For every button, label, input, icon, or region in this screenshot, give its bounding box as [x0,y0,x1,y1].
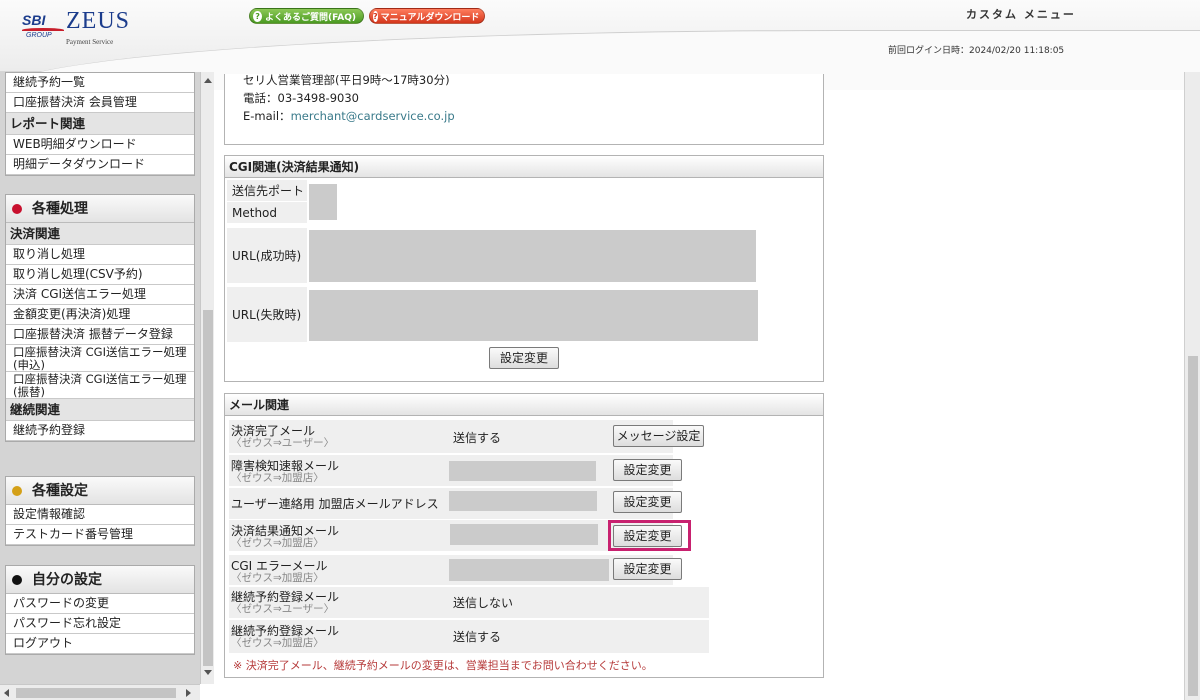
yellow-dot-icon [12,485,22,496]
cgi-settings-change-button[interactable]: 設定変更 [489,347,559,369]
failure-alert-change-button[interactable]: 設定変更 [613,459,682,481]
logo-zeus-sub: Payment Service [66,38,114,46]
mail-row-settlement-complete: 決済完了メール 〈ゼウス⇒ユーザー〉 [229,420,673,453]
contact-email-row: E-mail：merchant@cardservice.co.jp [243,108,455,124]
scroll-right-arrow-icon[interactable] [186,689,191,697]
sidebar-category-report: レポート関連 [6,113,194,135]
mail-note: ※ 決済完了メール、継続予約メールの変更は、営業担当までお問い合わせください。 [233,659,653,672]
settlement-result-redacted [450,524,598,545]
sidebar: 継続予約一覧 口座振替決済 会員管理 レポート関連 WEB明細ダウンロード 明細… [0,72,214,684]
mail-row-title: ユーザー連絡用 加盟店メールアドレス [231,497,439,511]
sidebar-scrollbar[interactable] [200,72,214,684]
message-settings-button[interactable]: メッセージ設定 [613,425,704,447]
question-icon: ? [253,10,263,22]
sidebar-header-settings: 各種設定 [6,477,194,505]
sidebar-item-transfer-cgi-transfer[interactable]: 口座振替決済 CGI送信エラー処理(振替) [6,372,194,399]
sidebar-item-logout[interactable]: ログアウト [6,634,194,654]
sidebar-header-my-settings: 自分の設定 [6,566,194,594]
mail-row-subtitle: 〈ゼウス⇒ユーザー〉 [231,603,335,615]
faq-button[interactable]: ? よくあるご質問(FAQ) [249,8,364,24]
sidebar-item-password-forgot[interactable]: パスワード忘れ設定 [6,614,194,634]
manual-button-label: マニュアルダウンロード [380,12,480,23]
cgi-failure-url-redacted [309,290,758,341]
custom-menu-link[interactable]: カスタム メニュー [966,6,1076,22]
logo-sbi: SBI [22,12,46,28]
sidebar-item-test-card[interactable]: テストカード番号管理 [6,525,194,545]
cgi-port-label: 送信先ポート [227,180,307,202]
sidebar-header-processing-label: 各種処理 [32,200,88,217]
mail-row-subtitle: 〈ゼウス⇒ユーザー〉 [231,437,335,449]
user-contact-address-redacted [449,491,597,511]
page-header: SBI GROUP ZEUS Payment Service ? よくあるご質問… [0,0,1200,90]
mail-row-subtitle: 〈ゼウス⇒加盟店〉 [231,637,324,649]
sidebar-item-cancel-csv[interactable]: 取り消し処理(CSV予約) [6,265,194,285]
sidebar-item-account-member[interactable]: 口座振替決済 会員管理 [6,93,194,113]
sidebar-horizontal-scrollbar[interactable] [0,684,200,700]
sidebar-header-settings-label: 各種設定 [32,482,88,499]
mail-row-status: 送信しない [453,596,514,610]
sidebar-item-web-download[interactable]: WEB明細ダウンロード [6,135,194,155]
last-login-time: 前回ログイン日時：2024/02/20 11:18:05 [888,46,1065,56]
sidebar-item-continuation-list[interactable]: 継続予約一覧 [6,73,194,93]
faq-button-label: よくあるご質問(FAQ) [265,12,356,23]
sidebar-item-continuation-register[interactable]: 継続予約登録 [6,421,194,441]
cgi-method-label: Method [227,202,307,224]
zeus-logo[interactable]: SBI GROUP ZEUS Payment Service [22,8,132,48]
highlight-box [608,520,691,551]
scroll-down-arrow-icon[interactable] [204,670,212,675]
sidebar-item-transfer-data[interactable]: 口座振替決済 振替データ登録 [6,325,194,345]
mail-row-subtitle: 〈ゼウス⇒加盟店〉 [231,572,324,584]
sidebar-my-settings-box: 自分の設定 パスワードの変更 パスワード忘れ設定 ログアウト [5,565,195,655]
failure-alert-redacted [449,461,596,481]
logo-zeus: ZEUS [66,8,130,34]
sidebar-category-settlement: 決済関連 [6,223,194,245]
sidebar-item-transfer-cgi-apply[interactable]: 口座振替決済 CGI送信エラー処理(申込) [6,345,194,372]
cgi-error-redacted [449,559,609,581]
sidebar-item-settings-info[interactable]: 設定情報確認 [6,505,194,525]
cgi-success-url-label: URL(成功時) [227,228,307,284]
sidebar-header-processing: 各種処理 [6,195,194,223]
contact-panel: セリ人営業管理部(平日9時〜17時30分) 電話：03-3498-9030 E-… [224,73,824,145]
manual-download-button[interactable]: ? マニュアルダウンロード [369,8,485,24]
red-dot-icon [12,203,22,214]
mail-row-subtitle: 〈ゼウス⇒加盟店〉 [231,472,324,484]
main-scroll-thumb[interactable] [1188,356,1198,696]
contact-email-label: E-mail： [243,109,291,123]
main-scrollbar[interactable] [1184,72,1200,700]
sidebar-settings-box: 各種設定 設定情報確認 テストカード番号管理 [5,476,195,546]
sidebar-header-my-settings-label: 自分の設定 [32,571,102,588]
mail-panel-title: メール関連 [225,394,823,416]
sidebar-processing-box: 各種処理 決済関連 取り消し処理 取り消し処理(CSV予約) 決済 CGI送信エ… [5,194,195,442]
sidebar-scroll-thumb[interactable] [203,310,213,666]
sidebar-item-password-change[interactable]: パスワードの変更 [6,594,194,614]
cgi-error-change-button[interactable]: 設定変更 [613,558,682,580]
sidebar-item-cancel[interactable]: 取り消し処理 [6,245,194,265]
scroll-left-arrow-icon[interactable] [4,689,9,697]
question-icon: ? [373,10,378,22]
scroll-up-arrow-icon[interactable] [204,78,212,83]
black-dot-icon [12,574,22,585]
cgi-success-url-redacted [309,230,756,282]
logo-sbi-sub: GROUP [26,32,52,39]
cgi-port-method-redacted [309,184,337,220]
mail-row-status: 送信する [453,431,502,445]
contact-email-link[interactable]: merchant@cardservice.co.jp [291,109,455,123]
sidebar-report-box: 継続予約一覧 口座振替決済 会員管理 レポート関連 WEB明細ダウンロード 明細… [5,72,195,176]
mail-row-subtitle: 〈ゼウス⇒加盟店〉 [231,537,324,549]
contact-phone: 電話：03-3498-9030 [243,91,359,105]
cgi-panel: CGI関連(決済結果通知) 送信先ポート Method URL(成功時) URL… [224,155,824,382]
user-contact-change-button[interactable]: 設定変更 [613,491,682,513]
mail-row-status: 送信する [453,630,502,644]
mail-panel: メール関連 決済完了メール 〈ゼウス⇒ユーザー〉 送信する メッセージ設定 障害… [224,393,824,678]
cgi-panel-title: CGI関連(決済結果通知) [225,156,823,178]
sidebar-category-continuation: 継続関連 [6,399,194,421]
contact-department: セリ人営業管理部(平日9時〜17時30分) [243,73,450,87]
sidebar-item-cgi-error[interactable]: 決済 CGI送信エラー処理 [6,285,194,305]
horizontal-scroll-thumb[interactable] [16,688,176,698]
sidebar-item-amount-change[interactable]: 金額変更(再決済)処理 [6,305,194,325]
sidebar-item-data-download[interactable]: 明細データダウンロード [6,155,194,175]
cgi-failure-url-label: URL(失敗時) [227,287,307,343]
